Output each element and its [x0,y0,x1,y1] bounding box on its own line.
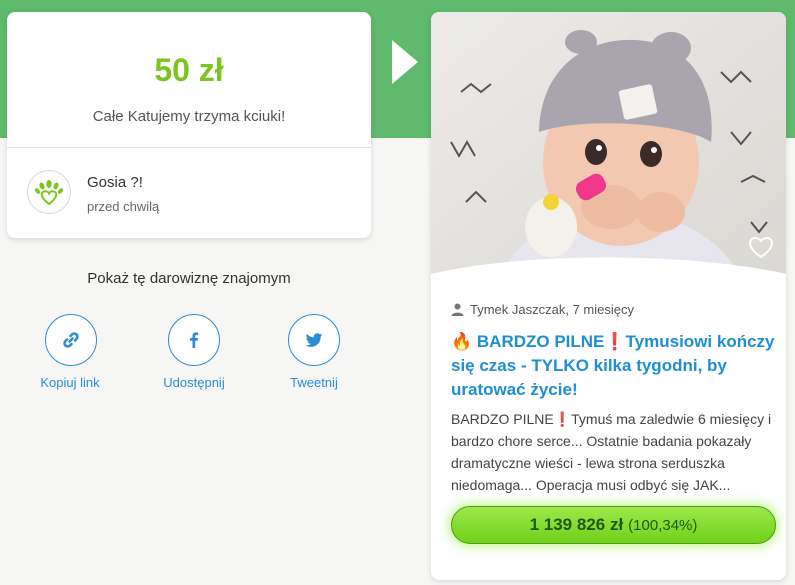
heart-icon[interactable] [747,234,775,260]
donation-time: przed chwilą [87,199,160,214]
author-text: Tymek Jaszczak, 7 miesięcy [470,302,634,317]
share-title: Pokaż tę darowiznę znajomym [87,270,291,287]
campaign-photo[interactable] [431,12,786,297]
link-icon [63,332,79,348]
user-icon [451,303,464,316]
campaign-title[interactable]: 🔥 BARDZO PILNE❗Tymusiowi kończy się czas… [451,330,776,402]
donor-avatar [27,170,71,214]
donor-name: Gosia ?! [87,174,143,191]
funding-progress-bar: 1 139 826 zł (100,34%) [451,506,776,544]
next-arrow-icon[interactable] [388,36,422,88]
paw-heart-icon [34,180,64,206]
facebook-icon [190,332,199,348]
campaign-card[interactable]: Tymek Jaszczak, 7 miesięcy 🔥 BARDZO PILN… [431,12,786,580]
copy-link-label[interactable]: Kopiuj link [10,375,130,390]
donation-card: 50 zł Całe Katujemy trzyma kciuki! Gosia… [7,12,371,238]
twitter-share-button[interactable] [288,314,340,366]
donation-amount: 50 zł [154,52,224,88]
campaign-description: BARDZO PILNE❗Tymuś ma zaledwie 6 miesięc… [451,411,772,493]
campaign-author: Tymek Jaszczak, 7 miesięcy [451,302,634,317]
twitter-share-label[interactable]: Tweetnij [254,375,374,390]
facebook-share-label[interactable]: Udostępnij [134,375,254,390]
facebook-share-button[interactable] [168,314,220,366]
raised-percent: (100,34%) [628,516,698,534]
donation-message: Całe Katujemy trzyma kciuki! [92,108,286,125]
copy-link-button[interactable] [45,314,97,366]
twitter-icon [305,333,323,347]
raised-amount: 1 139 826 zł [529,515,624,534]
divider [7,147,371,148]
